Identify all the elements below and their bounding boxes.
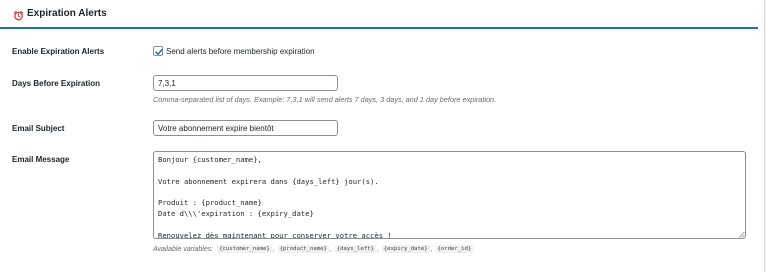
email-message-textarea[interactable]: Bonjour {customer_name}, Votre abonnemen… <box>153 151 746 239</box>
variable-separator: , <box>376 245 379 253</box>
available-variables-label: Available variables: <box>153 245 214 253</box>
variable-separator: , <box>272 245 275 253</box>
enable-alerts-checkbox[interactable] <box>153 46 163 56</box>
days-before-input[interactable] <box>153 75 338 91</box>
section-header: Expiration Alerts <box>0 0 758 29</box>
days-before-label: Days Before Expiration <box>12 79 101 88</box>
email-subject-input[interactable] <box>153 120 338 136</box>
alarm-clock-icon <box>13 10 24 21</box>
days-before-description: Comma-separated list of days. Example: 7… <box>153 95 497 104</box>
email-message-label: Email Message <box>12 155 70 164</box>
email-subject-label: Email Subject <box>12 124 65 133</box>
variable-separator: , <box>329 245 332 253</box>
resize-grip-icon[interactable] <box>738 231 745 238</box>
variable-tag: {product_name} <box>277 245 329 253</box>
variable-separator: , <box>430 245 433 253</box>
available-variables: Available variables: {customer_name}, {p… <box>153 244 474 254</box>
enable-alerts-label: Enable Expiration Alerts <box>12 47 105 56</box>
variable-tag: {expiry_date} <box>381 245 430 253</box>
variable-tag: {order_id} <box>435 245 474 253</box>
section-title: Expiration Alerts <box>27 8 107 19</box>
checkmark-icon <box>155 48 163 55</box>
variable-tag: {customer_name} <box>217 245 272 253</box>
settings-panel: Expiration Alerts Enable Expiration Aler… <box>0 0 765 272</box>
variable-tag: {days_left} <box>334 245 376 253</box>
enable-alerts-checkbox-label[interactable]: Send alerts before membership expiration <box>166 47 315 56</box>
